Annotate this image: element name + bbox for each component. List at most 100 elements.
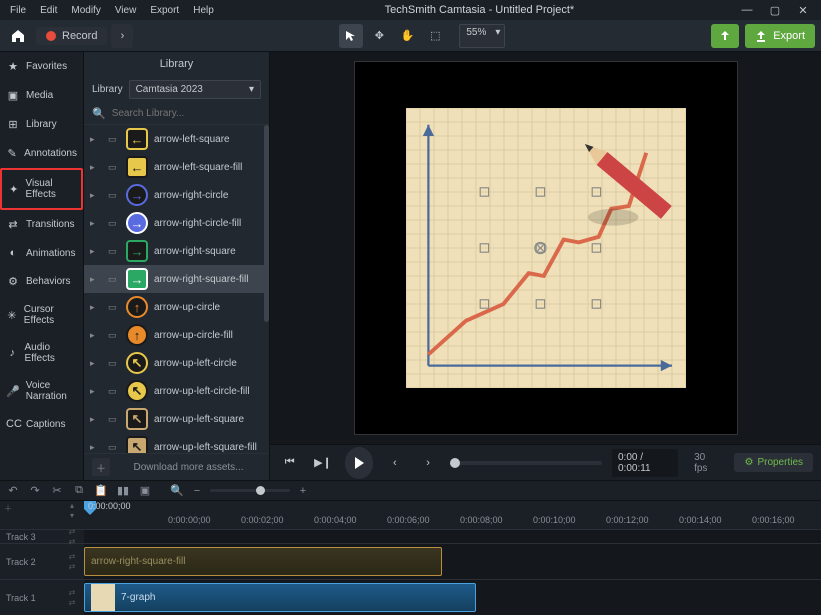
record-button[interactable]: Record [36, 27, 107, 45]
asset-arrow-left-square[interactable]: ▸▭←arrow-left-square [84, 125, 269, 153]
asset-arrow-right-circle[interactable]: ▸▭→arrow-right-circle [84, 181, 269, 209]
expand-icon: ▸ [90, 274, 102, 285]
asset-arrow-up-left-square[interactable]: ▸▭↖arrow-up-left-square [84, 405, 269, 433]
step-back-button[interactable]: ▶❙ [311, 450, 334, 476]
ruler-tick: 0:00:08;00 [460, 515, 503, 525]
track-lock-icon[interactable]: ⇄ [69, 588, 76, 597]
zoom-out-button[interactable]: − [190, 485, 204, 497]
playback-slider[interactable] [450, 461, 602, 465]
menu-view[interactable]: View [109, 3, 143, 18]
move-tool[interactable]: ✥ [367, 24, 391, 48]
asset-arrow-up-left-square-fill[interactable]: ▸▭↖arrow-up-left-square-fill [84, 433, 269, 453]
share-icon [718, 29, 732, 43]
asset-arrow-up-left-circle[interactable]: ▸▭↖arrow-up-left-circle [84, 349, 269, 377]
asset-arrow-right-circle-fill[interactable]: ▸▭→arrow-right-circle-fill [84, 209, 269, 237]
tab-visual-effects[interactable]: ✦Visual Effects [0, 168, 83, 210]
tab-voice-narration[interactable]: 🎤Voice Narration [0, 372, 83, 410]
crop-tool[interactable]: ⬚ [423, 24, 447, 48]
minimize-button[interactable]: — [739, 4, 755, 17]
track-body[interactable]: arrow-right-square-fill [84, 544, 821, 579]
menu-file[interactable]: File [4, 3, 32, 18]
asset-arrow-up-circle[interactable]: ▸▭↑arrow-up-circle [84, 293, 269, 321]
tab-icon: ▣ [6, 89, 20, 102]
tab-label: Captions [26, 419, 65, 430]
prev-marker-button[interactable]: ‹ [383, 450, 406, 476]
undo-button[interactable]: ↶ [6, 484, 20, 497]
asset-arrow-right-square-fill[interactable]: ▸▭→arrow-right-square-fill [84, 265, 269, 293]
home-button[interactable] [6, 24, 30, 48]
record-dropdown[interactable]: › [111, 24, 133, 48]
track-body[interactable] [84, 530, 821, 543]
track-vis-icon[interactable]: ⇄ [69, 562, 76, 571]
tab-animations[interactable]: ◐Animations [0, 239, 83, 267]
library-dropdown[interactable]: Camtasia 2023 [129, 80, 261, 99]
export-button[interactable]: Export [745, 24, 815, 48]
paste-button[interactable]: 📋 [94, 484, 108, 497]
toggle-button[interactable]: ▣ [138, 484, 152, 497]
tab-behaviors[interactable]: ⚙Behaviors [0, 267, 83, 296]
hand-tool[interactable]: ✋ [395, 24, 419, 48]
menu-help[interactable]: Help [187, 3, 220, 18]
clip-annotation[interactable]: arrow-right-square-fill [84, 547, 442, 576]
tab-cursor-effects[interactable]: ✳Cursor Effects [0, 296, 83, 334]
next-marker-button[interactable]: › [417, 450, 440, 476]
slider-handle[interactable] [450, 458, 460, 468]
asset-type-icon: ▭ [108, 134, 120, 145]
asset-arrow-right-square[interactable]: ▸▭→arrow-right-square [84, 237, 269, 265]
split-button[interactable]: ▮▮ [116, 484, 130, 497]
prev-frame-button[interactable]: ⏮ [278, 450, 301, 476]
properties-button[interactable]: ⚙Properties [734, 453, 813, 472]
tab-captions[interactable]: CCCaptions [0, 410, 83, 438]
tab-transitions[interactable]: ⇄Transitions [0, 210, 83, 239]
canvas-content[interactable] [406, 108, 686, 388]
menu-export[interactable]: Export [144, 3, 185, 18]
tab-library[interactable]: ⊞Library [0, 110, 83, 139]
menu-modify[interactable]: Modify [65, 3, 106, 18]
ruler-tick: 0:00:02;00 [241, 515, 284, 525]
track-collapse-down[interactable]: ▾ [70, 511, 74, 520]
ruler-tick: 0:00:04;00 [314, 515, 357, 525]
track-collapse-up[interactable]: ▴ [70, 501, 74, 510]
track-vis-icon[interactable]: ⇄ [69, 537, 76, 546]
asset-arrow-up-left-circle-fill[interactable]: ▸▭↖arrow-up-left-circle-fill [84, 377, 269, 405]
share-button[interactable] [711, 24, 739, 48]
redo-button[interactable]: ↷ [28, 484, 42, 497]
zoom-in-button[interactable]: + [296, 485, 310, 497]
track-lock-icon[interactable]: ⇄ [69, 552, 76, 561]
select-tool[interactable] [339, 24, 363, 48]
cut-button[interactable]: ✂ [50, 484, 64, 497]
maximize-button[interactable]: ▢ [767, 4, 783, 17]
timeline-ruler[interactable]: ＋ ▴ ▾ 0:00:00;00 0:00:00;000:00:02;000:0… [0, 501, 821, 529]
add-track-button[interactable]: ＋ [4, 503, 56, 514]
library-search-input[interactable] [112, 108, 261, 119]
play-button[interactable] [345, 447, 374, 479]
asset-list[interactable]: ▸▭←arrow-left-square▸▭←arrow-left-square… [84, 125, 269, 453]
canvas[interactable] [354, 61, 738, 435]
asset-thumb: ↖ [126, 436, 148, 453]
clip-label: arrow-right-square-fill [91, 556, 185, 567]
asset-arrow-left-square-fill[interactable]: ▸▭←arrow-left-square-fill [84, 153, 269, 181]
track-label: Track 1 [0, 593, 60, 603]
track-vis-icon[interactable]: ⇄ [69, 598, 76, 607]
clip-media[interactable]: 7-graph [84, 583, 476, 612]
track-body[interactable]: 7-graph [84, 580, 821, 615]
asset-label: arrow-right-circle [154, 190, 228, 201]
tab-favorites[interactable]: ★Favorites [0, 52, 83, 81]
asset-label: arrow-up-left-circle-fill [154, 386, 250, 397]
tab-audio-effects[interactable]: ♪Audio Effects [0, 334, 83, 372]
close-button[interactable]: ✕ [795, 4, 811, 17]
tab-media[interactable]: ▣Media [0, 81, 83, 110]
expand-icon: ▸ [90, 162, 102, 173]
timeline-zoom-slider[interactable] [210, 489, 290, 492]
asset-arrow-up-circle-fill[interactable]: ▸▭↑arrow-up-circle-fill [84, 321, 269, 349]
download-assets-link[interactable]: Download more assets... [116, 462, 261, 473]
add-asset-button[interactable]: ＋ [92, 458, 110, 476]
scrollbar-thumb[interactable] [264, 125, 269, 322]
copy-button[interactable]: ⧉ [72, 484, 86, 497]
play-icon [352, 456, 366, 470]
canvas-zoom-select[interactable]: 55%▾ [459, 24, 505, 48]
zoom-slider-handle[interactable] [256, 486, 265, 495]
asset-thumb: → [126, 240, 148, 262]
tab-annotations[interactable]: ✎Annotations [0, 139, 83, 168]
menu-edit[interactable]: Edit [34, 3, 63, 18]
